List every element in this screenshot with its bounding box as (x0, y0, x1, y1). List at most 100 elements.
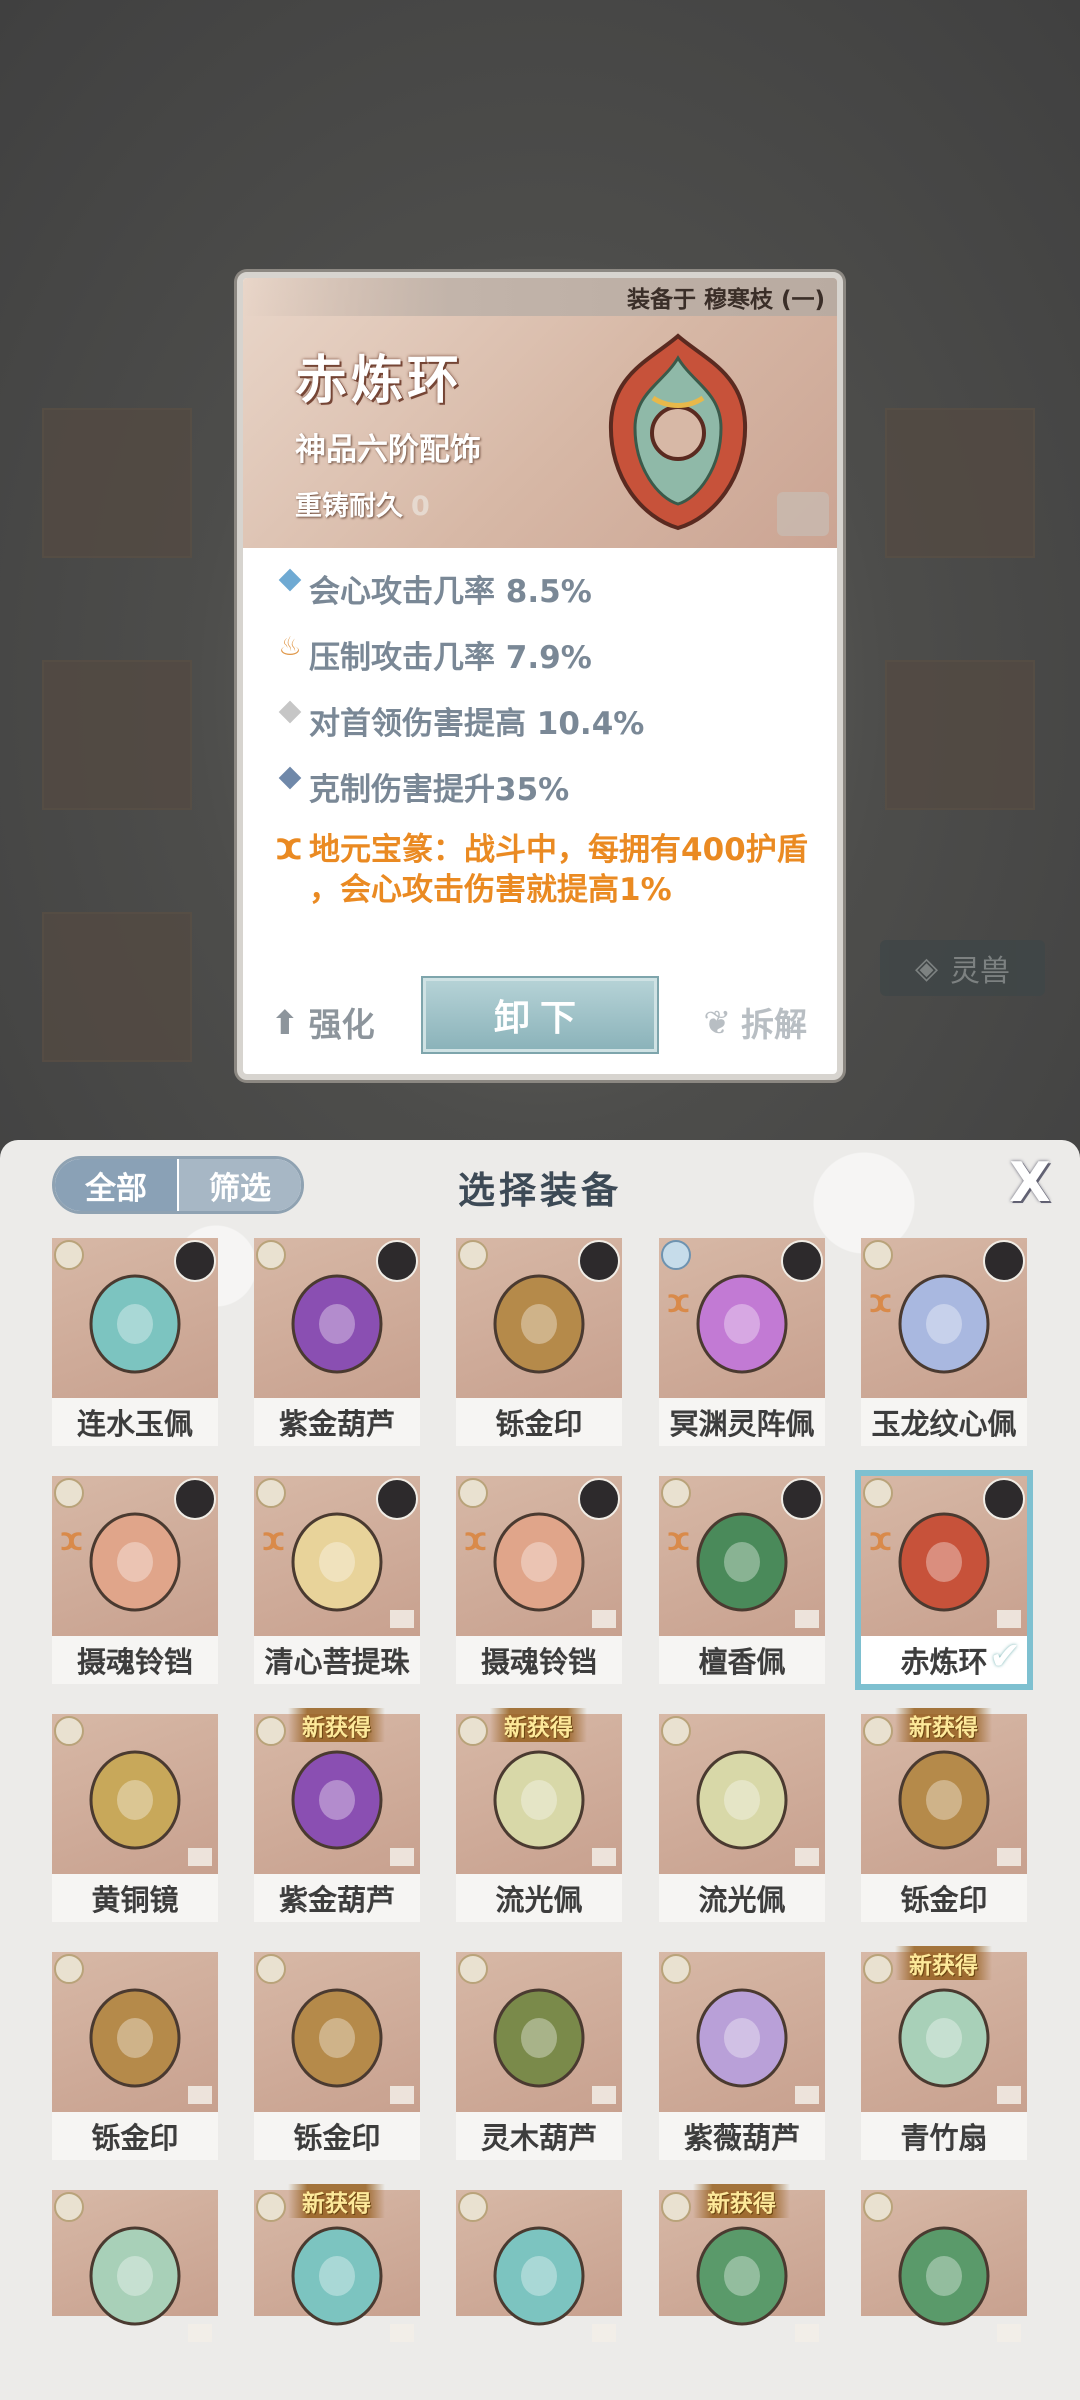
item-art-image (608, 333, 748, 531)
unequipped-marker-icon (592, 2086, 616, 2104)
equipment-item-art: ⵋ (861, 1476, 1027, 1636)
grade-tag-icon (458, 1954, 488, 1984)
equipment-item-name: 摄魂铃铛 (456, 1636, 622, 1684)
diamond-navy-icon (271, 764, 309, 790)
equipment-item[interactable]: 灵木葫芦 (456, 1952, 622, 2160)
equipment-item[interactable]: 铄金印 (52, 1952, 218, 2160)
item-grade: 神品六阶配饰 (295, 432, 481, 468)
equipment-item-name: 紫金葫芦 (254, 1398, 420, 1446)
equipment-item[interactable]: ⵋ 清心菩提珠 (254, 1476, 420, 1684)
bg-beast-label: 灵兽 (950, 954, 1011, 989)
equipment-item[interactable]: 流光佩 (659, 1714, 825, 1922)
grade-tag-icon (256, 2192, 286, 2222)
equipment-item-name: 玉龙纹心佩 (861, 1398, 1027, 1446)
unequipped-marker-icon (795, 2086, 819, 2104)
new-badge: 新获得 (693, 2184, 790, 2218)
equipment-item-name: 紫金葫芦 (254, 1874, 420, 1922)
equipment-item-image (89, 2226, 181, 2326)
equipment-item[interactable]: 连水玉佩 (52, 1238, 218, 1446)
dismantle-icon: ❦ (703, 1002, 731, 1042)
grade-tag-icon (54, 1478, 84, 1508)
equipment-item[interactable]: ⵋ 赤炼环 ✔ (855, 1470, 1033, 1690)
equipment-item-image (898, 1750, 990, 1850)
dismantle-button[interactable]: ❦ 拆解 (703, 998, 807, 1046)
equipment-item[interactable]: 紫金葫芦 (254, 1238, 420, 1446)
equipment-item[interactable]: 新获得 铄金印 (861, 1708, 1027, 1922)
equipment-item-art (456, 1952, 622, 2112)
stat-text: 会心攻击几率 8.5% (309, 574, 592, 610)
rune-icon: ⵋ (869, 1290, 894, 1318)
unequip-button[interactable]: 卸下 (421, 976, 659, 1054)
equipped-character-avatar (174, 1240, 216, 1282)
new-badge: 新获得 (288, 2184, 385, 2218)
equipment-item-image (493, 2226, 585, 2326)
equipped-character-avatar (578, 1240, 620, 1282)
equipment-item[interactable]: 铄金印 (254, 1952, 420, 2160)
rune-icon: ⵋ (667, 1290, 692, 1318)
close-icon[interactable]: X (1006, 1156, 1054, 1210)
equipped-to-label: 装备于 穆寒枝 (一) (243, 278, 837, 316)
lock-icon[interactable] (777, 492, 829, 536)
equipment-item-image (89, 1512, 181, 1612)
flame-icon: ♨ (278, 632, 302, 662)
panel-title: 选择装备 (458, 1169, 622, 1212)
equipped-character-avatar (376, 1478, 418, 1520)
equipment-item[interactable]: 黄铜镜 (52, 1714, 218, 1922)
equipment-item-name: 铄金印 (456, 1398, 622, 1446)
equipment-item-art (52, 1238, 218, 1398)
equipment-item-image (898, 1512, 990, 1612)
equipment-item-art (52, 2190, 218, 2342)
equipment-item[interactable] (456, 2190, 622, 2342)
equipment-item[interactable]: 铄金印 (456, 1238, 622, 1446)
equipment-item-image (696, 1274, 788, 1374)
unequipped-marker-icon (592, 1848, 616, 1866)
item-detail-header: 装备于 穆寒枝 (一) 赤炼环 神品六阶配饰 重铸耐久 0 (243, 278, 837, 548)
equipment-item[interactable] (52, 2190, 218, 2342)
equipment-item-art (659, 1714, 825, 1874)
equipment-item-name: 摄魂铃铛 (52, 1636, 218, 1684)
rune-icon: ⵋ (464, 1528, 489, 1556)
equipment-item-image (696, 2226, 788, 2326)
equipment-item[interactable]: 紫薇葫芦 (659, 1952, 825, 2160)
equipment-item-name: 黄铜镜 (52, 1874, 218, 1922)
equipment-item[interactable] (861, 2190, 1027, 2342)
equipment-item[interactable]: ⵋ 冥渊灵阵佩 (659, 1238, 825, 1446)
equipment-item[interactable]: ⵋ 玉龙纹心佩 (861, 1238, 1027, 1446)
equipment-item-image (291, 1274, 383, 1374)
equipment-item[interactable]: 新获得 (659, 2184, 825, 2342)
equipment-item-image (493, 1274, 585, 1374)
stats-list: 会心攻击几率 8.5% ♨ 压制攻击几率 7.9% 对首领伤害提高 10.4% … (271, 566, 831, 931)
dismantle-label: 拆解 (741, 1005, 807, 1044)
rune-icon: ⵋ (60, 1528, 85, 1556)
unequipped-marker-icon (997, 2324, 1021, 2342)
grade-tag-icon (661, 1478, 691, 1508)
unequipped-marker-icon (997, 2086, 1021, 2104)
equipment-item-art: ⵋ (254, 1476, 420, 1636)
equipment-item[interactable]: 新获得 紫金葫芦 (254, 1708, 420, 1922)
equipment-item[interactable]: 新获得 青竹扇 (861, 1946, 1027, 2160)
stat-row: 会心攻击几率 8.5% (271, 566, 831, 611)
equipment-item[interactable]: 新获得 (254, 2184, 420, 2342)
equipment-item[interactable]: ⵋ 摄魂铃铛 (456, 1476, 622, 1684)
bg-equipment-slot (42, 660, 192, 810)
unequipped-marker-icon (188, 2324, 212, 2342)
card-actions: ⬆ 强化 卸下 ❦ 拆解 (243, 976, 837, 1068)
equipped-character-avatar (983, 1240, 1025, 1282)
equipped-character-avatar (578, 1478, 620, 1520)
equipment-item-art: ⵋ (861, 1238, 1027, 1398)
strengthen-button[interactable]: ⬆ 强化 (271, 998, 375, 1046)
grade-tag-icon (256, 1240, 286, 1270)
strengthen-label: 强化 (308, 1005, 375, 1044)
grade-tag-icon (54, 1240, 84, 1270)
equipment-item-image (696, 1750, 788, 1850)
equipment-item[interactable]: ⵋ 摄魂铃铛 (52, 1476, 218, 1684)
equipment-item-art (659, 1952, 825, 2112)
stat-row: 克制伤害提升35% (271, 764, 831, 809)
equipment-item-image (89, 1988, 181, 2088)
equipment-item-image (291, 1988, 383, 2088)
reforge-label: 重铸耐久 (295, 491, 403, 522)
special-line-1: 地元宝篆：战斗中，每拥有400护盾 (309, 832, 808, 868)
equipment-item[interactable]: 新获得 流光佩 (456, 1708, 622, 1922)
item-detail-card: 装备于 穆寒枝 (一) 赤炼环 神品六阶配饰 重铸耐久 0 会心攻击几率 8.5%… (237, 272, 843, 1080)
equipment-item[interactable]: ⵋ 檀香佩 (659, 1476, 825, 1684)
